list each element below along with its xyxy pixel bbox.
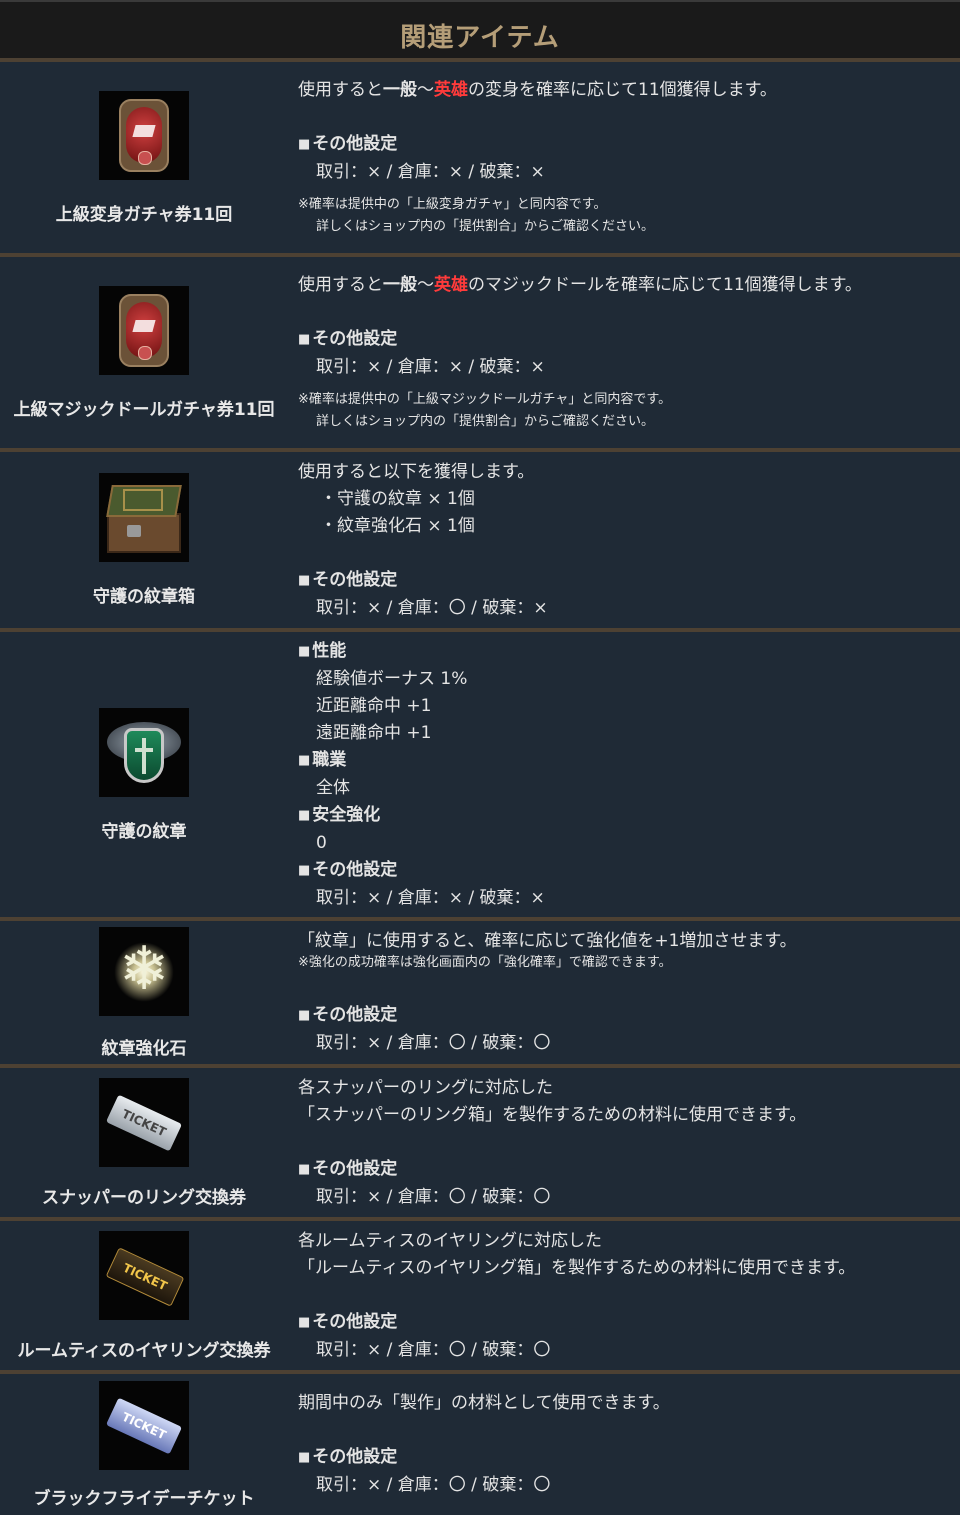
item-name: 上級変身ガチャ券11回: [55, 204, 233, 225]
silver-ticket-icon: TICKET: [99, 1077, 189, 1167]
ticket-label: TICKET: [105, 1094, 183, 1151]
item-row: 上級変身ガチャ券11回 使用すると一般～英雄の変身を確率に応じて11個獲得します…: [0, 58, 960, 253]
reward-list-item: ・紋章強化石 × 1個: [320, 515, 475, 536]
item-description: 「スナッパーのリング箱」を製作するための材料に使用できます。: [298, 1104, 807, 1125]
desc-rarity-high: 英雄: [434, 275, 468, 295]
item-left: 守護の紋章箱: [0, 452, 288, 628]
desc-text: 使用すると: [298, 80, 383, 100]
item-description: 期間中のみ「製作」の材料として使用できます。: [298, 1393, 670, 1413]
other-settings-label: その他設定: [298, 1444, 960, 1472]
blue-ticket-icon: TICKET: [99, 1380, 189, 1470]
item-description: 各ルームティスのイヤリングに対応した: [298, 1230, 602, 1251]
item-details: 使用すると一般～英雄のマジックドールを確率に応じて11個獲得します。 その他設定…: [288, 257, 960, 448]
item-description: 「ルームティスのイヤリング箱」を製作するための材料に使用できます。: [298, 1257, 856, 1278]
other-settings-label: その他設定: [298, 131, 960, 159]
item-description: 使用すると以下を獲得します。: [298, 461, 535, 482]
other-settings-value: 取引：× / 倉庫：〇 / 破棄：〇: [316, 1186, 551, 1207]
item-description: 各スナッパーのリングに対応した: [298, 1077, 553, 1098]
desc-separator: ～: [417, 80, 434, 100]
item-details: 各スナッパーのリングに対応した 「スナッパーのリング箱」を製作するための材料に使…: [288, 1068, 960, 1217]
item-name: ブラックフライデーチケット: [33, 1488, 255, 1509]
snowflake-crystal-icon: ❄: [99, 926, 189, 1016]
item-row: ❄ 紋章強化石 「紋章」に使用すると、確率に応じて強化値を+1増加させます。 ※…: [0, 917, 960, 1064]
desc-text: の変身を確率に応じて11個獲得します。: [468, 80, 777, 100]
desc-rarity-high: 英雄: [434, 80, 468, 100]
item-row: 上級マジックドールガチャ券11回 使用すると一般～英雄のマジックドールを確率に応…: [0, 253, 960, 448]
performance-stat: 遠距離命中 +1: [316, 722, 432, 743]
item-left: 守護の紋章: [0, 632, 288, 917]
item-row: TICKET ルームティスのイヤリング交換券 各ルームティスのイヤリングに対応し…: [0, 1217, 960, 1370]
other-settings-value: 取引：× / 倉庫：〇 / 破棄：〇: [316, 1339, 551, 1360]
section-title: 関連アイテム: [400, 23, 560, 53]
note-line: ※確率は提供中の「上級変身ガチャ」と同内容です。: [298, 197, 607, 212]
note-line: 詳しくはショップ内の「提供割合」からご確認ください。: [316, 219, 655, 234]
performance-label: 性能: [298, 638, 960, 666]
other-settings-label: その他設定: [298, 1002, 960, 1030]
desc-separator: ～: [417, 275, 434, 295]
other-settings-value: 取引：× / 倉庫：× / 破棄：×: [316, 887, 545, 908]
desc-text: のマジックドールを確率に応じて11個獲得します。: [468, 275, 862, 295]
desc-rarity-low: 一般: [383, 80, 417, 100]
other-settings-label: その他設定: [298, 1309, 960, 1337]
item-details: 期間中のみ「製作」の材料として使用できます。 その他設定 取引：× / 倉庫：〇…: [288, 1374, 960, 1515]
item-details: 各ルームティスのイヤリングに対応した 「ルームティスのイヤリング箱」を製作するた…: [288, 1221, 960, 1370]
item-left: TICKET スナッパーのリング交換券: [0, 1068, 288, 1217]
item-name: ルームティスのイヤリング交換券: [17, 1340, 271, 1361]
item-left: ❄ 紋章強化石: [0, 921, 288, 1064]
safe-enhance-value: 0: [316, 832, 327, 853]
item-name: 守護の紋章箱: [93, 587, 195, 607]
other-settings-value: 取引：× / 倉庫：〇 / 破棄：×: [316, 597, 548, 618]
other-settings-label: その他設定: [298, 857, 960, 885]
note-line: ※確率は提供中の「上級マジックドールガチャ」と同内容です。: [298, 392, 672, 407]
section-header: 関連アイテム: [0, 0, 960, 58]
ticket-label: TICKET: [105, 1397, 183, 1454]
other-settings-label: その他設定: [298, 1156, 960, 1184]
item-name: 上級マジックドールガチャ券11回: [13, 399, 275, 420]
gold-ticket-icon: TICKET: [99, 1230, 189, 1320]
item-row: TICKET スナッパーのリング交換券 各スナッパーのリングに対応した 「スナッ…: [0, 1064, 960, 1217]
shield-emblem-icon: [99, 707, 189, 797]
other-settings-value: 取引：× / 倉庫：× / 破棄：×: [316, 357, 545, 377]
performance-stat: 近距離命中 +1: [316, 695, 432, 716]
item-row: TICKET ブラックフライデーチケット 期間中のみ「製作」の材料として使用でき…: [0, 1370, 960, 1515]
desc-text: 使用すると: [298, 275, 383, 295]
item-name: 守護の紋章: [101, 821, 187, 842]
item-description: 使用すると一般～英雄のマジックドールを確率に応じて11個獲得します。: [298, 272, 960, 299]
performance-stat: 経験値ボーナス 1%: [316, 668, 468, 689]
desc-rarity-low: 一般: [383, 275, 417, 295]
class-value: 全体: [316, 777, 350, 798]
item-description: 「紋章」に使用すると、確率に応じて強化値を+1増加させます。: [298, 931, 797, 951]
item-details: 使用すると一般～英雄の変身を確率に応じて11個獲得します。 その他設定 取引：×…: [288, 62, 960, 253]
item-name: スナッパーのリング交換券: [42, 1187, 246, 1208]
item-name: 紋章強化石: [101, 1038, 187, 1059]
treasure-chest-icon: [99, 473, 189, 562]
item-left: TICKET ルームティスのイヤリング交換券: [0, 1221, 288, 1370]
item-left: TICKET ブラックフライデーチケット: [0, 1374, 288, 1515]
other-settings-value: 取引：× / 倉庫：〇 / 破棄：〇: [316, 1033, 551, 1053]
other-settings-label: その他設定: [298, 567, 960, 595]
other-settings-value: 取引：× / 倉庫：〇 / 破棄：〇: [316, 1475, 551, 1495]
ticket-label: TICKET: [105, 1246, 185, 1307]
note-line: ※強化の成功確率は強化画面内の「強化確率」で確認できます。: [298, 955, 672, 970]
item-row: 守護の紋章 性能 経験値ボーナス 1% 近距離命中 +1 遠距離命中 +1 職業…: [0, 628, 960, 917]
item-left: 上級変身ガチャ券11回: [0, 62, 288, 253]
item-details: 使用すると以下を獲得します。 ・守護の紋章 × 1個 ・紋章強化石 × 1個 そ…: [288, 452, 960, 628]
item-left: 上級マジックドールガチャ券11回: [0, 257, 288, 448]
item-details: 性能 経験値ボーナス 1% 近距離命中 +1 遠距離命中 +1 職業 全体 安全…: [288, 632, 960, 917]
note-line: 詳しくはショップ内の「提供割合」からご確認ください。: [316, 414, 655, 429]
class-label: 職業: [298, 747, 960, 775]
item-description: 使用すると一般～英雄の変身を確率に応じて11個獲得します。: [298, 77, 960, 104]
safe-enhance-label: 安全強化: [298, 802, 960, 830]
other-settings-value: 取引：× / 倉庫：× / 破棄：×: [316, 162, 545, 182]
red-card-icon: [99, 90, 189, 180]
item-row: 守護の紋章箱 使用すると以下を獲得します。 ・守護の紋章 × 1個 ・紋章強化石…: [0, 448, 960, 628]
reward-list-item: ・守護の紋章 × 1個: [320, 488, 475, 509]
red-card-icon: [99, 285, 189, 375]
item-details: 「紋章」に使用すると、確率に応じて強化値を+1増加させます。 ※強化の成功確率は…: [288, 921, 960, 1064]
other-settings-label: その他設定: [298, 326, 960, 354]
